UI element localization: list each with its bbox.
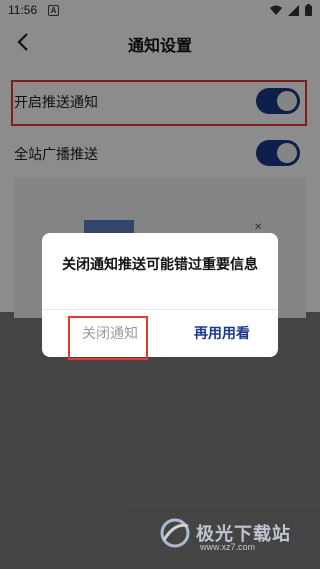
watermark-logo-icon (160, 518, 190, 548)
watermark-url: www.xz7.com (200, 542, 256, 552)
dialog-divider (42, 309, 278, 310)
keep-using-button[interactable]: 再用用看 (177, 319, 267, 349)
watermark: 极光下载站 www.xz7.com (158, 516, 291, 552)
confirm-dialog: 关闭通知推送可能错过重要信息 关闭通知 再用用看 (42, 233, 278, 357)
turn-off-notification-button[interactable]: 关闭通知 (70, 319, 150, 349)
dialog-message: 关闭通知推送可能错过重要信息 (62, 257, 258, 273)
